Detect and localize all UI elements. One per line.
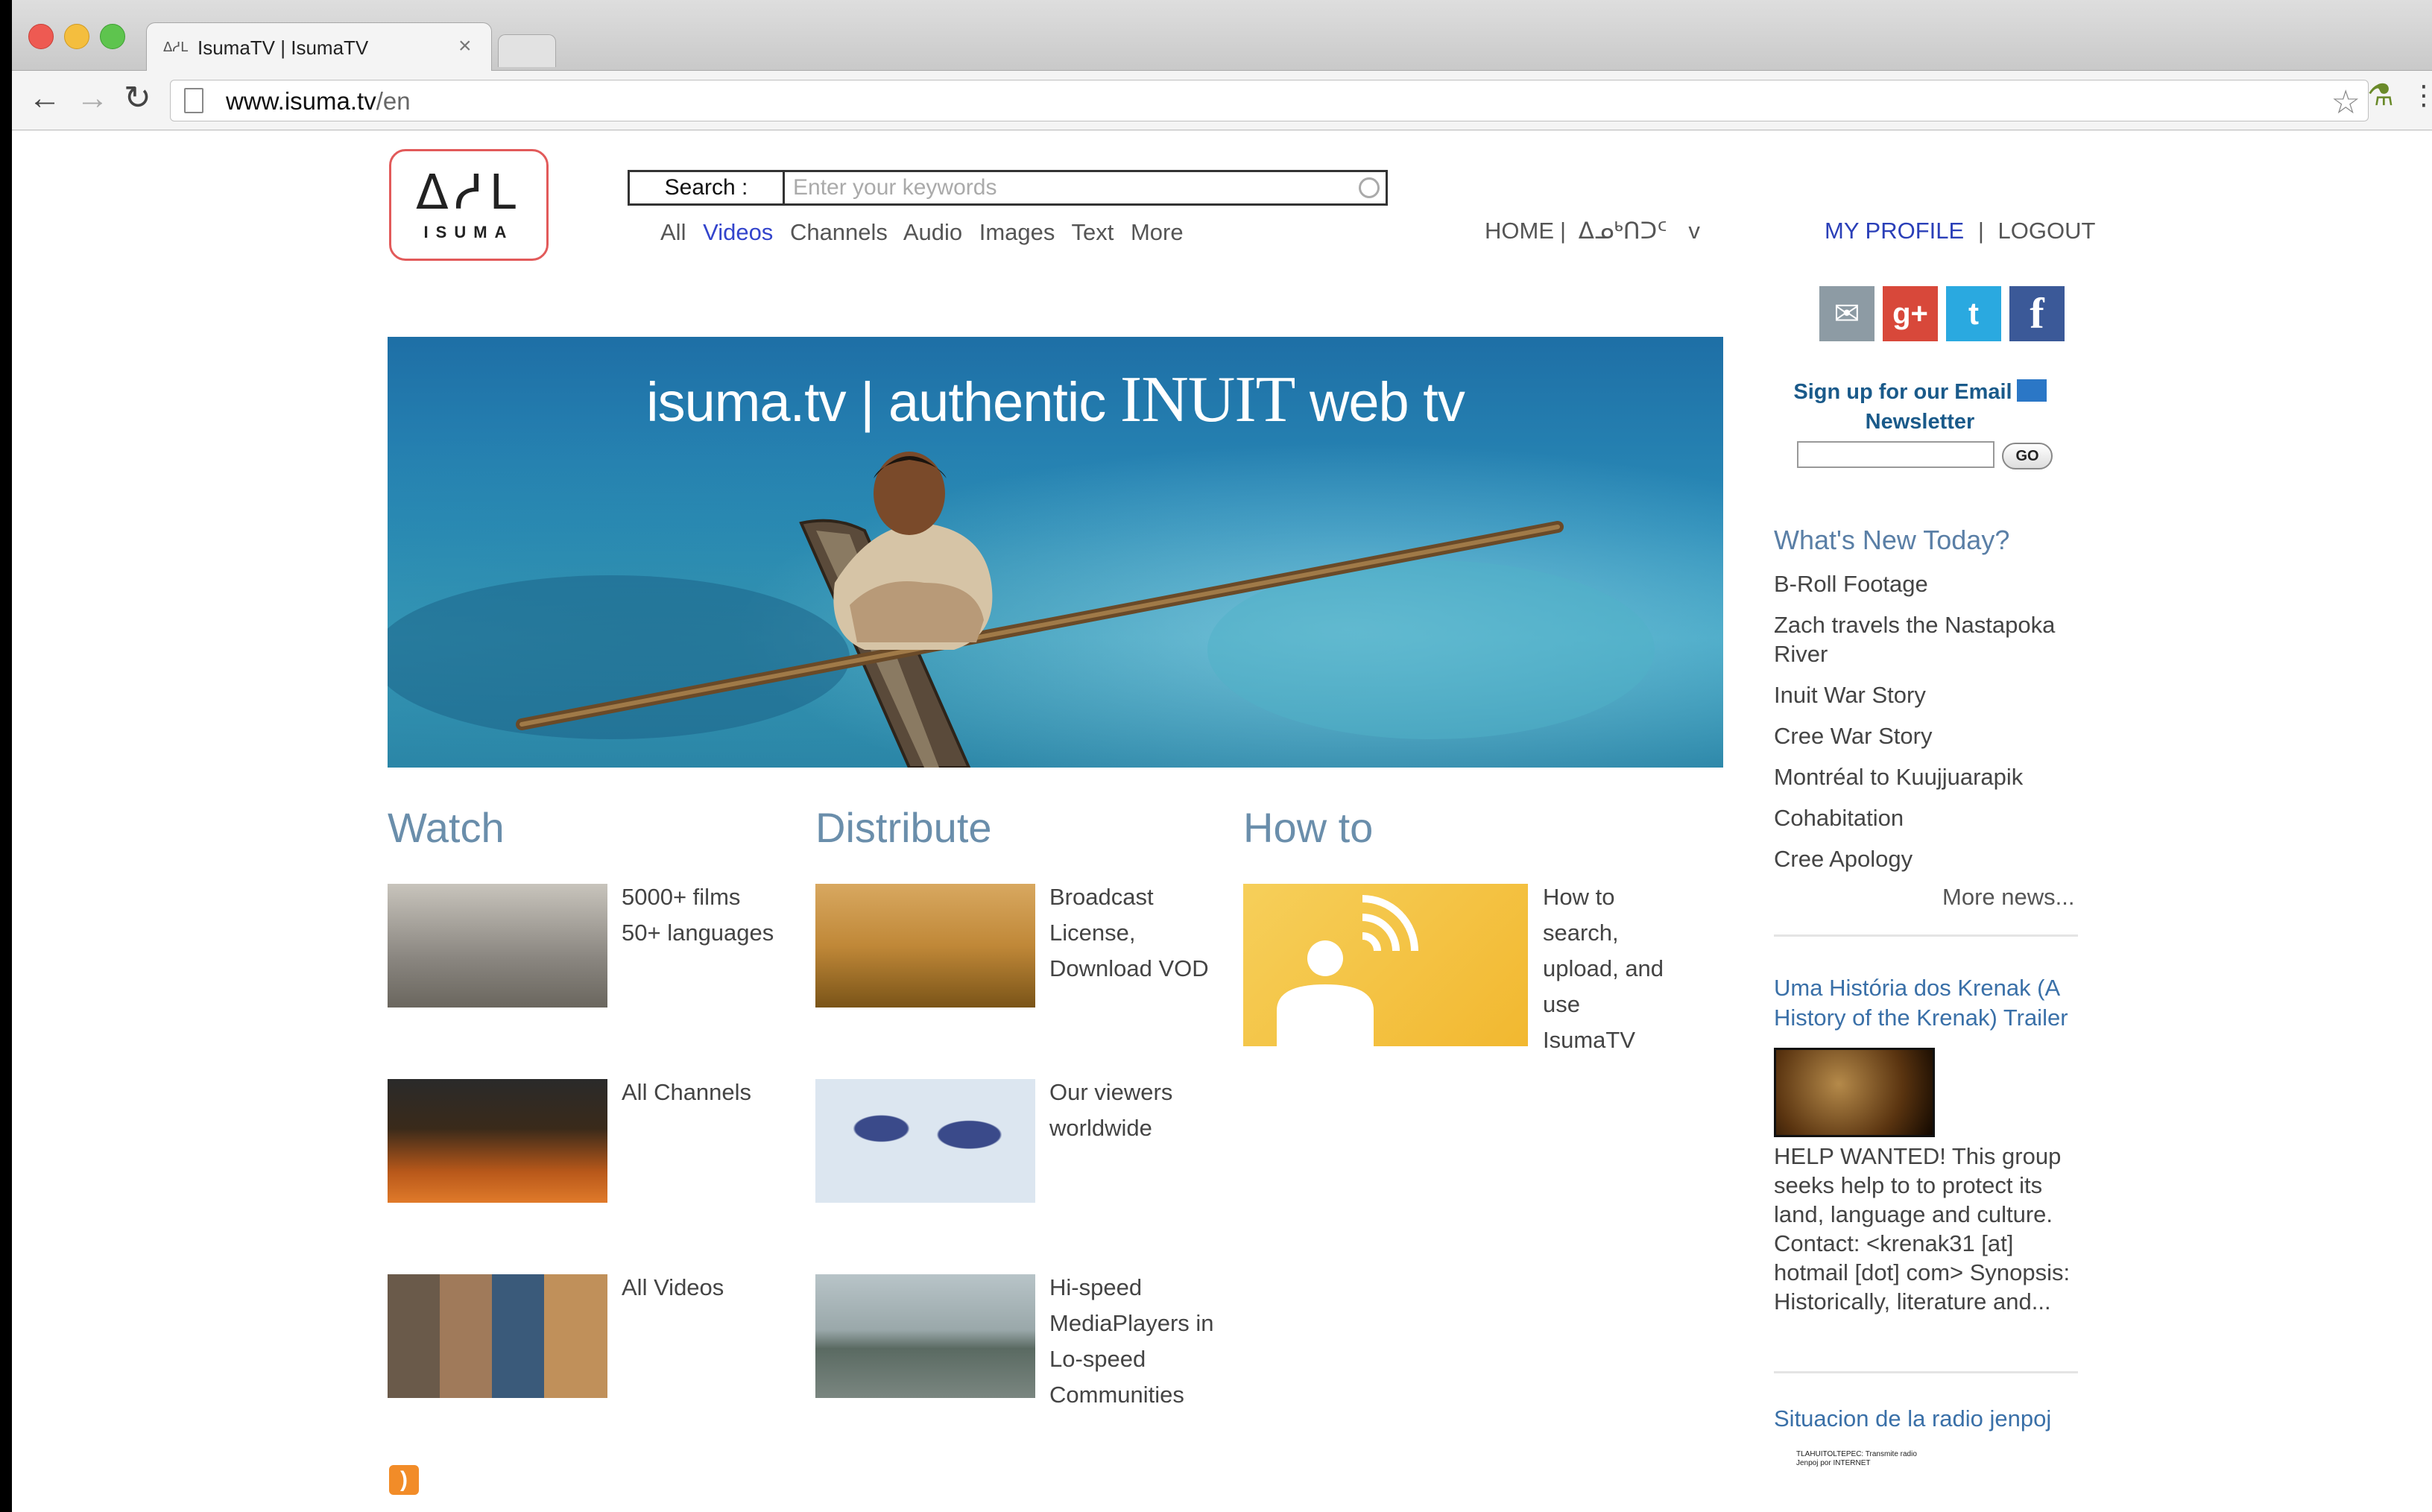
news-item[interactable]: Cree War Story [1774,721,2087,750]
newsletter-title: Sign up for our Email Newsletter [1771,377,2069,437]
filter-all[interactable]: All [660,219,686,245]
watch-films-text[interactable]: 5000+ films 50+ languages [622,879,774,951]
tab-favicon-icon: ᐃᓱᒪ [163,39,189,54]
profile-separator: | [1977,218,1984,244]
mediaplayers-thumbnail[interactable] [815,1274,1035,1398]
viewers-worldwide-text[interactable]: Our viewers worldwide [1049,1075,1172,1146]
more-news-link[interactable]: More news... [1942,884,2074,911]
close-window-button[interactable] [28,24,54,49]
url-text[interactable]: www.isuma.tv/en [226,87,411,116]
browser-toolbar: ← → ↻ www.isuma.tv/en ☆ ⚗ ⋮ [12,71,2432,130]
twitter-icon[interactable]: t [1946,286,2001,341]
browser-tab[interactable]: ᐃᓱᒪ IsumaTV | IsumaTV × [146,22,492,72]
filter-channels[interactable]: Channels [790,219,888,245]
tab-close-icon[interactable]: × [458,34,472,59]
email-share-icon[interactable]: ✉ [1819,286,1874,341]
reload-icon[interactable]: ↻ [124,80,151,117]
newsletter-go-button[interactable]: GO [2002,443,2053,469]
address-bar[interactable]: www.isuma.tv/en ☆ [170,80,2369,121]
mediaplayers-text[interactable]: Hi-speed MediaPlayers in Lo-speed Commun… [1049,1270,1214,1413]
sidebar-divider [1774,934,2078,937]
language-dropdown-caret[interactable]: v [1688,218,1700,244]
feature-thumbnail-text: TLAHUITOLTEPEC: Transmite radio Jenpoj p… [1796,1450,1917,1467]
filter-videos[interactable]: Videos [703,219,773,245]
howto-thumbnail[interactable] [1243,884,1528,1046]
my-profile-link[interactable]: MY PROFILE [1825,218,1964,244]
logout-link[interactable]: LOGOUT [1998,218,2096,244]
profile-links: MY PROFILE | LOGOUT [1825,218,2095,244]
watch-title: Watch [388,804,505,851]
news-item[interactable]: Cohabitation [1774,803,2087,832]
new-tab-button[interactable] [498,34,556,67]
bookmark-star-icon[interactable]: ☆ [2331,83,2360,121]
broadcast-license-thumbnail[interactable] [815,884,1035,1008]
nav-separator: | [1560,218,1567,244]
all-videos-thumbnail[interactable] [388,1274,607,1398]
search-label: Search : [630,172,785,203]
feature-thumbnail[interactable] [1774,1048,1935,1137]
page-icon [184,88,203,113]
nav-home[interactable]: HOME [1485,218,1554,244]
feature-description: HELP WANTED! This group seeks help to to… [1774,1143,2071,1315]
envelope-icon [2016,379,2047,402]
broadcast-license-text[interactable]: Broadcast License, Download VOD [1049,879,1209,987]
feature-title[interactable]: Uma História dos Krenak (A History of th… [1774,973,2087,1033]
extension-icon[interactable]: ⚗ [2367,78,2394,113]
filter-audio[interactable]: Audio [903,219,962,245]
whats-new-list: B-Roll Footage Zach travels the Nastapok… [1774,569,2087,885]
url-path: /en [376,87,411,115]
filter-text[interactable]: Text [1071,219,1114,245]
hero-title-part2: web tv [1295,371,1465,433]
rss-feed-icon[interactable]: ) [389,1465,419,1495]
filter-more[interactable]: More [1131,219,1184,245]
all-channels-text[interactable]: All Channels [622,1075,751,1110]
all-videos-text[interactable]: All Videos [622,1270,724,1306]
minimize-window-button[interactable] [64,24,89,49]
news-item[interactable]: B-Roll Footage [1774,569,2087,598]
howto-text[interactable]: How to search, upload, and use IsumaTV [1543,879,1664,1058]
hero-title-part1: isuma.tv | authentic [646,371,1120,433]
search-input[interactable] [787,172,1354,203]
tab-bar: ᐃᓱᒪ IsumaTV | IsumaTV × [12,0,2432,72]
feature-thumbnail[interactable]: TLAHUITOLTEPEC: Transmite radio Jenpoj p… [1774,1450,1930,1512]
hero-title: isuma.tv | authentic INUIT web tv [388,362,1723,437]
search-box: Search : [628,170,1388,206]
logo-word: ISUMA [423,223,514,241]
howto-title: How to [1243,804,1374,851]
logo-syllabics: ᐃᓱᒪ [415,165,522,219]
all-channels-thumbnail[interactable] [388,1079,607,1203]
isuma-logo[interactable]: ᐃᓱᒪ ISUMA [389,149,549,261]
whats-new-title: What's New Today? [1774,525,2010,555]
tab-title: IsumaTV | IsumaTV [198,37,369,59]
search-clear-icon[interactable] [1359,177,1380,198]
news-item[interactable]: Zach travels the Nastapoka River [1774,610,2087,668]
user-broadcast-icon [1277,895,1418,1046]
filter-images[interactable]: Images [979,219,1055,245]
sidebar-divider [1774,1371,2078,1373]
newsletter-title-line1: Sign up for our Email [1793,380,2012,404]
top-nav: HOME | ᐃᓄᒃᑎᑐᑦ v [1485,218,1700,244]
page-content: ᐃᓱᒪ ISUMA Search : All Videos Channels A… [12,131,2432,1512]
news-item[interactable]: Inuit War Story [1774,680,2087,709]
url-host: www.isuma.tv [226,87,376,115]
browser-window: ᐃᓱᒪ IsumaTV | IsumaTV × ← → ↻ www.isuma.… [12,0,2432,1512]
facebook-icon[interactable]: f [2009,286,2065,341]
news-item[interactable]: Cree Apology [1774,844,2087,873]
nav-language[interactable]: ᐃᓄᒃᑎᑐᑦ [1579,218,1667,244]
distribute-title: Distribute [815,804,992,851]
back-arrow-icon[interactable]: ← [28,80,61,117]
forward-arrow-icon[interactable]: → [76,80,109,117]
search-filters: All Videos Channels Audio Images Text Mo… [660,219,1194,246]
news-item[interactable]: Montréal to Kuujjuarapik [1774,762,2087,791]
feature-title[interactable]: Situacion de la radio jenpoj [1774,1405,2051,1432]
maximize-window-button[interactable] [100,24,125,49]
hero-banner[interactable]: isuma.tv | authentic INUIT web tv [388,337,1723,768]
watch-films-thumbnail[interactable] [388,884,607,1008]
newsletter-title-line2: Newsletter [1865,410,1975,434]
hero-title-big: INUIT [1119,364,1295,436]
menu-icon[interactable]: ⋮ [2410,80,2432,111]
viewers-map-thumbnail[interactable] [815,1079,1035,1203]
google-plus-icon[interactable]: g+ [1883,286,1938,341]
newsletter-email-input[interactable] [1797,441,1994,468]
